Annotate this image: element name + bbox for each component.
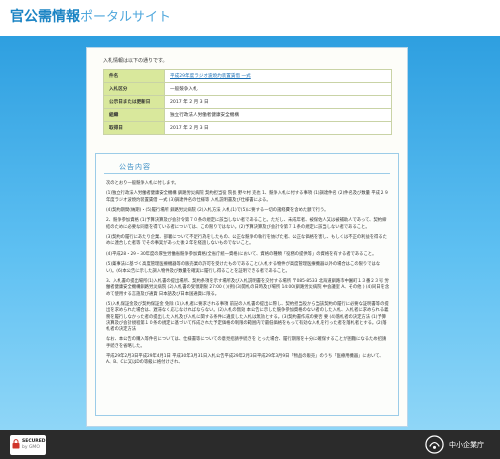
row-label-acquired-date: 取得日 xyxy=(103,121,165,135)
notice-paragraph: (4)契約期間(納期)・(5)履行場所 釧路労災病院 (2)入札方法 入札(1)… xyxy=(106,208,329,214)
organization-name[interactable]: 中小企業庁 xyxy=(449,440,484,450)
secured-label: SECURED xyxy=(22,439,46,444)
notice-divider xyxy=(104,173,390,174)
row-label-bid-type: 入札区分 xyxy=(103,82,165,96)
row-value-organization: 独立行政法人労働者健康安全機構 xyxy=(164,108,392,122)
secured-sub-label: by GMO xyxy=(22,444,40,450)
row-label-notice-date: 公示日または更新日 xyxy=(103,95,165,109)
row-value-bid-type: 一般競争入札 xyxy=(164,82,392,96)
bid-detail-panel: 入札情報は以下の通りです。 件名 平成29年度ラジオ波焼灼装置賃借 一式 入札区… xyxy=(86,47,408,427)
notice-body: 次のとおり一般競争入札に付します。 (1)独立行政法人労働者健康安全機構 釧路労… xyxy=(106,181,390,371)
intro-text: 入札情報は以下の通りです。 xyxy=(103,58,168,64)
organization-logo-icon xyxy=(425,435,444,454)
secured-badge[interactable]: SECURED by GMO xyxy=(10,435,46,455)
notice-paragraph: なお、本公告の購入等件名については、仕様書等についての意見招請手続きを とった場… xyxy=(106,337,387,349)
notice-paragraph: 2、競争参加資格 (1)予算決算及び会計令第７０条の規定に該当しない者であること… xyxy=(106,218,387,230)
table-row: 入札区分 一般競争入札 xyxy=(103,82,392,96)
notice-paragraph: (5)入札保証金及び契約保証金 免除 (1)入札者に要求される事項 前記の入札書… xyxy=(106,301,389,333)
table-row: 公示日または更新日 2017 年 2 月 3 日 xyxy=(103,95,392,109)
secured-text: SECURED by GMO xyxy=(22,439,46,450)
notice-paragraph: 次のとおり一般競争入札に付します。 xyxy=(106,181,179,186)
site-header: 官公需情報ポータルサイト xyxy=(0,0,500,36)
lock-icon xyxy=(12,439,20,449)
table-row: 件名 平成29年度ラジオ波焼灼装置賃借 一式 xyxy=(103,69,392,83)
site-title-sub: ポータルサイト xyxy=(80,10,172,25)
notice-paragraph: 平成29年2月3日平成29年4月1日 平成30年3月31日入札公告平成29年2月… xyxy=(106,354,384,366)
notice-title: 公告内容 xyxy=(119,163,151,171)
row-label-organization: 組織 xyxy=(103,108,165,122)
notice-paragraph: (3)契約の履行にあたり企業、部署について不足行為をしたもの、公正な競争の執行を… xyxy=(106,235,387,247)
table-row: 組織 独立行政法人労働者健康安全機構 xyxy=(103,108,392,122)
bid-info-table: 件名 平成29年度ラジオ波焼灼装置賃借 一式 入札区分 一般競争入札 公示日また… xyxy=(103,69,392,135)
notice-paragraph: (4)平成28・29・30年度の厚生労働省競争参加資格(全省庁統一資格)において… xyxy=(106,251,377,257)
notice-paragraph: (5)薬事法に基づく高度管理医療機器等の販売業の許可を受けたものであること(入札… xyxy=(106,262,381,274)
subject-link[interactable]: 平成29年度ラジオ波焼灼装置賃借 一式 xyxy=(164,69,392,83)
row-label-subject: 件名 xyxy=(103,69,165,83)
table-row: 取得日 2017 年 2 月 3 日 xyxy=(103,121,392,135)
site-title[interactable]: 官公需情報ポータルサイト xyxy=(10,8,171,27)
notice-paragraph: (1)独立行政法人労働者健康安全機構 釧路労災病院 契約担当役 院長 野々村 克… xyxy=(106,191,389,203)
site-footer: SECURED by GMO 中小企業庁 xyxy=(0,430,500,459)
notice-box: 公告内容 次のとおり一般競争入札に付します。 (1)独立行政法人労働者健康安全機… xyxy=(95,153,399,416)
site-title-main: 官公需情報 xyxy=(10,9,80,25)
row-value-acquired-date: 2017 年 2 月 3 日 xyxy=(164,121,392,135)
row-value-notice-date: 2017 年 2 月 3 日 xyxy=(164,95,392,109)
notice-paragraph: 3、入札書の提出場所(1)入札書の提出場所、契約条項を示す場所及び入札説明書を交… xyxy=(106,278,390,297)
